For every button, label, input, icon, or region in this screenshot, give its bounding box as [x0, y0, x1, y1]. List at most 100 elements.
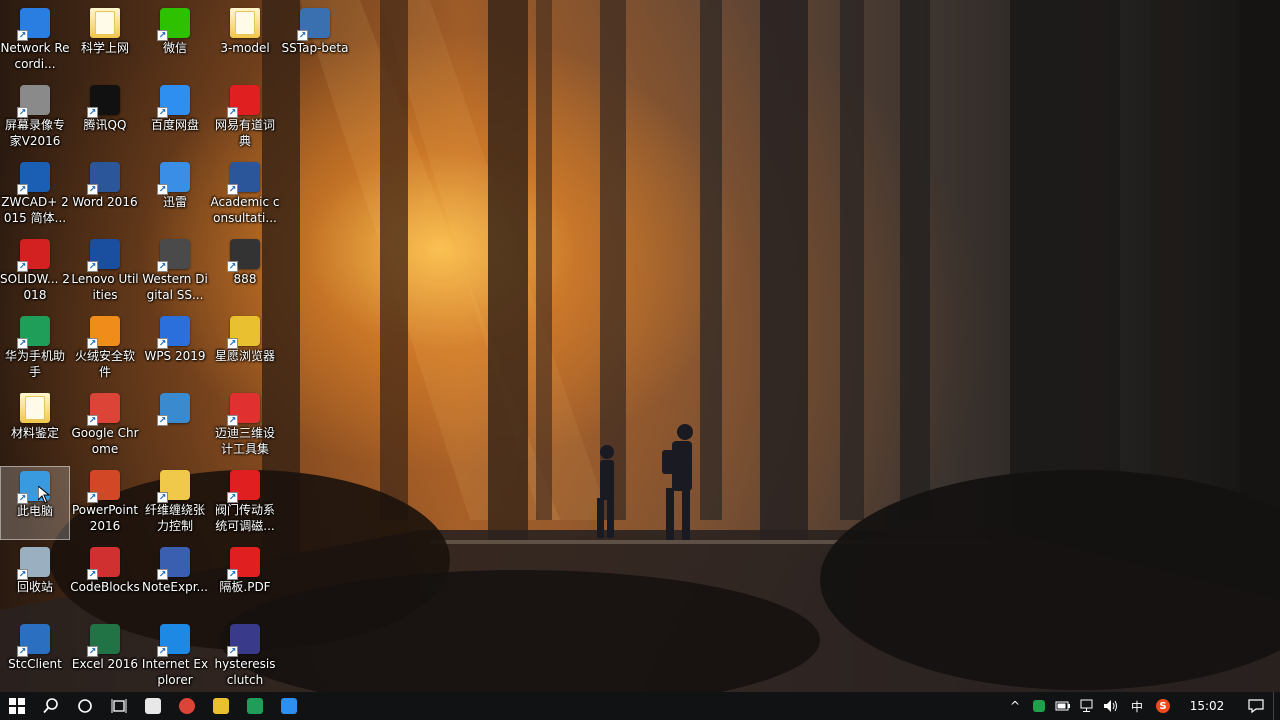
desktop-icon[interactable]: 此电脑	[0, 466, 70, 540]
desktop-icon-label: SOLIDW... 2018	[0, 272, 70, 302]
desktop-icon[interactable]: SOLIDW... 2018	[0, 235, 70, 309]
desktop-icon[interactable]: 火绒安全软件	[70, 312, 140, 386]
twinkstar-browser-icon	[227, 316, 260, 349]
desktop-icon[interactable]: 阀门传动系统可调磁...	[210, 466, 280, 540]
desktop-icon[interactable]: 隔板.PDF	[210, 543, 280, 617]
desktop-icon-label: 纤维缠绕张力控制	[144, 503, 205, 533]
cortana-circle-icon[interactable]	[68, 692, 102, 720]
volume-icon[interactable]	[1099, 692, 1123, 720]
chrome-icon	[87, 393, 120, 426]
desktop-icon-label: NoteExpr...	[142, 580, 208, 594]
desktop-icon[interactable]: PowerPoint 2016	[70, 466, 140, 540]
solidworks-icon	[17, 239, 50, 272]
desktop-icon[interactable]: Network Recordi...	[0, 4, 70, 78]
task-view-icon[interactable]	[102, 692, 136, 720]
desktop-icon[interactable]: 百度网盘	[140, 81, 210, 155]
desktop-icon-label: 材料鉴定	[10, 426, 59, 440]
desktop-icon-label: 火绒安全软件	[74, 349, 135, 379]
desktop-icon[interactable]: Excel 2016	[70, 620, 140, 694]
system-clock[interactable]: 15:02	[1175, 699, 1239, 713]
control-panel-icon	[157, 393, 190, 426]
baidu-netdisk-icon[interactable]	[272, 692, 306, 720]
xunlei-icon	[157, 162, 190, 195]
desktop-icon-label: WPS 2019	[144, 349, 206, 363]
desktop-icon[interactable]	[140, 389, 210, 463]
huorong-icon	[87, 316, 120, 349]
desktop-icon-label: Word 2016	[72, 195, 138, 209]
desktop-icon-label: 3-model	[220, 41, 270, 55]
ie-icon	[157, 624, 190, 657]
baidu-netdisk-icon	[157, 85, 190, 118]
action-center-icon[interactable]	[1239, 692, 1273, 720]
desktop-icon[interactable]: StcClient	[0, 620, 70, 694]
desktop-icon[interactable]: 3-model	[210, 4, 280, 78]
folder-icon	[230, 8, 260, 38]
desktop-icon-label: 迅雷	[162, 195, 187, 209]
wd-ssd-icon	[157, 239, 190, 272]
desktop-icon[interactable]: Western Digital SS...	[140, 235, 210, 309]
document-icon	[157, 470, 190, 503]
desktop-icon[interactable]: Lenovo Utilities	[70, 235, 140, 309]
desktop-icon[interactable]: CodeBlocks	[70, 543, 140, 617]
battery-icon[interactable]	[1051, 692, 1075, 720]
desktop-icon[interactable]: 迅雷	[140, 158, 210, 232]
desktop-icon[interactable]: 科学上网	[70, 4, 140, 78]
desktop-icon[interactable]: 网易有道词典	[210, 81, 280, 155]
desktop-icon[interactable]: NoteExpr...	[140, 543, 210, 617]
desktop-icon-label: 科学上网	[80, 41, 129, 55]
desktop-icon[interactable]: SSTap-beta	[280, 4, 350, 78]
network-icon[interactable]	[1075, 692, 1099, 720]
input-method-indicator[interactable]: 中	[1123, 692, 1151, 720]
desktop-icon-label: 阀门传动系统可调磁...	[214, 503, 275, 533]
book-icon	[227, 239, 260, 272]
folder-icon	[90, 8, 120, 38]
desktop-icon-label: Excel 2016	[71, 657, 139, 671]
desktop-icon[interactable]: Google Chrome	[70, 389, 140, 463]
calculator-icon[interactable]	[136, 692, 170, 720]
green-tray-app-icon[interactable]	[1027, 692, 1051, 720]
desktop-icon[interactable]: 迈迪三维设计工具集	[210, 389, 280, 463]
sogou-input-icon[interactable]: S	[1151, 692, 1175, 720]
pdf-document-icon	[227, 624, 260, 657]
desktop-icon[interactable]: Academic consultati...	[210, 158, 280, 232]
system-tray: ^ 中 S 15:02	[1003, 692, 1280, 720]
show-hidden-icons-chevron[interactable]: ^	[1003, 692, 1027, 720]
zwcad-icon	[17, 162, 50, 195]
word-icon	[87, 162, 120, 195]
wechat-icon	[157, 8, 190, 41]
desktop-icon-label: 华为手机助手	[4, 349, 65, 379]
green-app-icon[interactable]	[238, 692, 272, 720]
desktop-icon[interactable]: hysteresis clutch	[210, 620, 280, 694]
lenovo-utilities-icon	[87, 239, 120, 272]
desktop-icon[interactable]: Internet Explorer	[140, 620, 210, 694]
desktop-icon[interactable]: 星愿浏览器	[210, 312, 280, 386]
desktop-icon-label: Internet Explorer	[141, 657, 209, 687]
desktop-icon[interactable]: Word 2016	[70, 158, 140, 232]
twinkstar-browser-icon[interactable]	[204, 692, 238, 720]
desktop-icon[interactable]: 腾讯QQ	[70, 81, 140, 155]
desktop-icon-label: SSTap-beta	[281, 41, 349, 55]
desktop-icon-label: Academic consultati...	[210, 195, 280, 225]
desktop-icon[interactable]: 888	[210, 235, 280, 309]
desktop-icon-label: 隔板.PDF	[219, 580, 271, 594]
desktop-icon-label: 回收站	[16, 580, 53, 594]
desktop-icon-label: 百度网盘	[150, 118, 199, 132]
desktop-icon[interactable]: ZWCAD+ 2015 简体...	[0, 158, 70, 232]
codeblocks-icon	[87, 547, 120, 580]
windows-start-icon[interactable]	[0, 692, 34, 720]
desktop-icon[interactable]: 微信	[140, 4, 210, 78]
desktop-icon[interactable]: 华为手机助手	[0, 312, 70, 386]
powerpoint-icon	[87, 470, 120, 503]
desktop-icon[interactable]: 屏幕录像专家V2016	[0, 81, 70, 155]
desktop-icon[interactable]: 回收站	[0, 543, 70, 617]
desktop-icon-label: 腾讯QQ	[83, 118, 127, 132]
desktop-icon[interactable]: 材料鉴定	[0, 389, 70, 463]
search-icon[interactable]	[34, 692, 68, 720]
desktop-icon[interactable]: 纤维缠绕张力控制	[140, 466, 210, 540]
recycle-bin-icon	[17, 547, 50, 580]
show-desktop-button[interactable]	[1273, 692, 1280, 720]
desktop-icon-label: Western Digital SS...	[142, 272, 208, 302]
desktop-icon[interactable]: WPS 2019	[140, 312, 210, 386]
chrome-icon[interactable]	[170, 692, 204, 720]
qq-penguin-icon	[87, 85, 120, 118]
